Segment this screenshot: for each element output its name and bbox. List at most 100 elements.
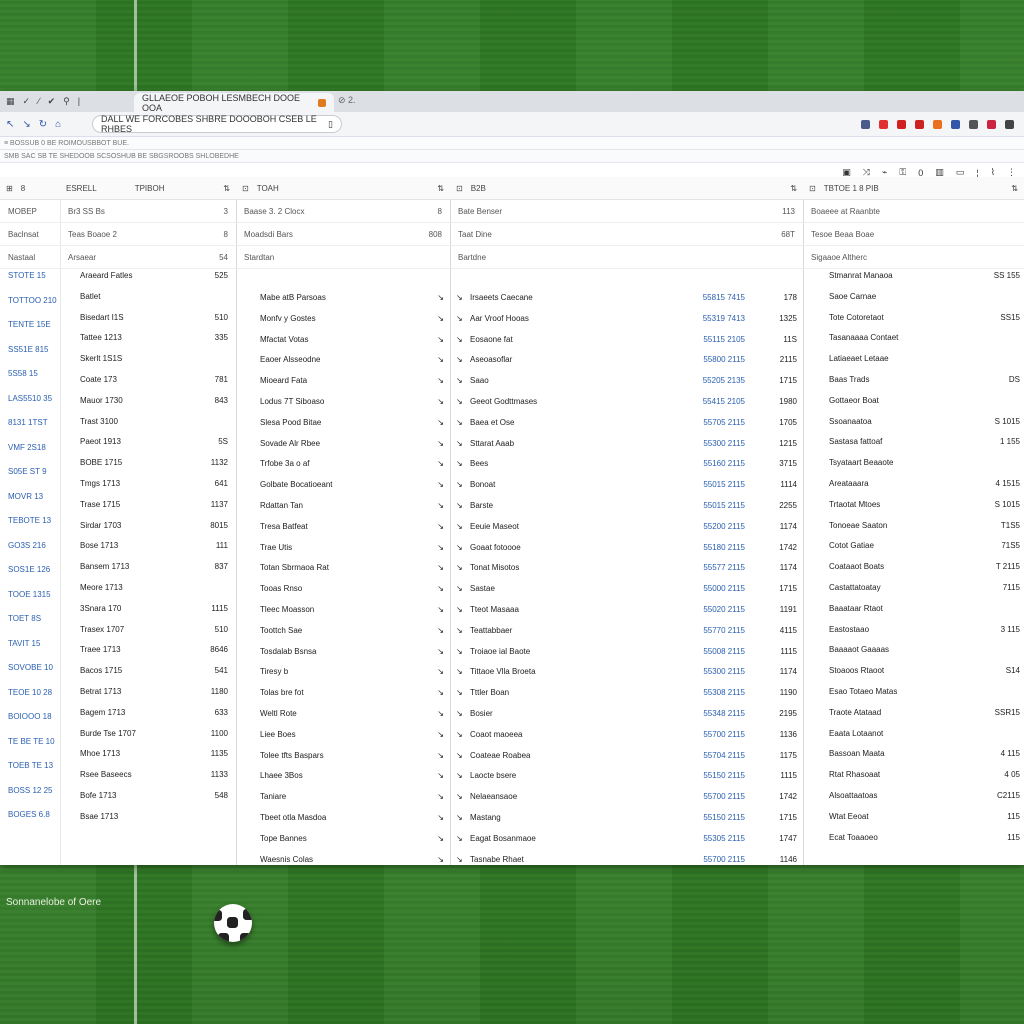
club-value: SSR15 bbox=[994, 707, 1020, 717]
bookmark-icon[interactable]: ▯ bbox=[328, 119, 333, 130]
club-name: Tasanaaaa Contaet bbox=[829, 333, 899, 343]
back-icon[interactable]: ↖ bbox=[6, 119, 14, 130]
home-icon[interactable]: ⌂ bbox=[55, 119, 61, 130]
extension-icon[interactable] bbox=[933, 119, 942, 129]
header-icon[interactable]: ⊡ bbox=[456, 184, 463, 193]
tab-next[interactable]: ⊘ 2. bbox=[338, 95, 356, 106]
grid-icon[interactable]: ▦ bbox=[6, 96, 15, 107]
expand-icon: ↘ bbox=[437, 750, 444, 760]
reload-icon[interactable]: ↻ bbox=[39, 119, 47, 130]
forward-icon[interactable]: ↘ bbox=[22, 119, 30, 130]
address-bar[interactable]: DALL WE FORCOBES SHBRE DOOOBOH CSEB LE R… bbox=[92, 114, 342, 134]
player-value: 641 bbox=[214, 479, 228, 488]
extension-icon[interactable] bbox=[987, 119, 996, 129]
player-name: BOBE 1715 bbox=[80, 458, 123, 468]
player-name: Bacos 1715 bbox=[80, 666, 123, 676]
extension-icon[interactable] bbox=[861, 119, 870, 129]
stat-code: 55800 2115 bbox=[703, 355, 745, 365]
stat-value: 1115 bbox=[780, 646, 797, 656]
expand-icon: ↘ bbox=[456, 293, 463, 302]
extension-icon[interactable] bbox=[879, 119, 888, 129]
club-value: 115 bbox=[1007, 811, 1020, 821]
divider-icon: | bbox=[77, 96, 81, 106]
extension-icon[interactable] bbox=[915, 119, 924, 129]
subheader-1: Bate Benser 113 bbox=[450, 200, 803, 223]
player-name: Skerlt 1S1S bbox=[80, 354, 123, 364]
player-name: Betrat 1713 bbox=[80, 687, 122, 696]
player-value: 1180 bbox=[210, 687, 228, 696]
expand-icon: ↘ bbox=[456, 605, 463, 614]
header-label[interactable]: TOAH bbox=[257, 184, 279, 193]
slash-icon[interactable]: ∕ bbox=[38, 96, 40, 107]
expand-icon: ↘ bbox=[456, 625, 463, 635]
club-value: 115 bbox=[1007, 832, 1020, 842]
stat-value: 1742 bbox=[779, 542, 797, 552]
subheader-3: Bartdne bbox=[450, 246, 803, 269]
search-icon[interactable]: ⚲ bbox=[63, 96, 70, 107]
nav-buttons: ↖ ↘ ↻ ⌂ bbox=[0, 119, 86, 130]
club-name: Traote Atataad bbox=[829, 707, 882, 717]
extension-icon[interactable] bbox=[897, 119, 906, 129]
sort-icon[interactable]: ⇅ bbox=[223, 184, 230, 193]
club-name: Coataaot Boats bbox=[829, 562, 885, 572]
address-text: DALL WE FORCOBES SHBRE DOOOBOH CSEB LE R… bbox=[101, 114, 317, 134]
team-name: Golbate Bocatioeant bbox=[260, 480, 333, 490]
header-label[interactable]: ESRELL bbox=[66, 184, 97, 193]
tab-title: GLLAEOE POBOH LESMBECH DOOE OOA bbox=[142, 92, 301, 113]
club-name: Baaataar Rtaot bbox=[829, 603, 883, 613]
expand-icon: ↘ bbox=[437, 438, 444, 448]
check-icon[interactable]: ✓ bbox=[23, 96, 31, 107]
header-icon[interactable]: ⊡ bbox=[809, 184, 816, 193]
zero-icon[interactable]: 0 bbox=[918, 168, 923, 178]
team-name: Tresa Batfeat bbox=[260, 521, 308, 531]
team-name: Tolas bre fot bbox=[260, 688, 304, 698]
extension-icon[interactable] bbox=[1005, 119, 1014, 129]
club-value: S14 bbox=[1005, 666, 1020, 676]
club-value: 4 1515 bbox=[995, 479, 1020, 488]
header-icon[interactable]: ⊞ bbox=[6, 184, 13, 193]
expand-icon: ↘ bbox=[437, 313, 444, 323]
stat-code: 55160 2115 bbox=[703, 459, 745, 469]
player-value: 8015 bbox=[210, 520, 228, 530]
player-name: Bofe 1713 bbox=[80, 791, 117, 800]
stat-name: Geeot Godttmases bbox=[470, 397, 538, 406]
subheader-1: MOBEP bbox=[0, 200, 60, 223]
expand-icon: ↘ bbox=[456, 563, 463, 573]
checkmark-icon[interactable]: ✔ bbox=[48, 96, 56, 107]
stat-name: Coateae Roabea bbox=[470, 750, 531, 760]
subheader-value: 54 bbox=[219, 252, 228, 262]
header-label[interactable]: B2B bbox=[471, 184, 486, 193]
subheader-label: Bartdne bbox=[458, 252, 487, 262]
sort-icon[interactable]: ⇅ bbox=[790, 184, 797, 193]
stat-value: 1715 bbox=[779, 584, 797, 594]
club-value: SS 155 bbox=[993, 271, 1020, 280]
expand-icon: ↘ bbox=[437, 709, 444, 718]
player-value: 837 bbox=[214, 562, 228, 572]
extension-icon[interactable] bbox=[969, 119, 978, 129]
team-code: MOVR 13 bbox=[8, 491, 44, 501]
club-name: Sastasa fattoaf bbox=[829, 437, 883, 447]
tab-active[interactable]: GLLAEOE POBOH LESMBECH DOOE OOA bbox=[134, 92, 334, 113]
expand-icon: ↘ bbox=[437, 480, 444, 490]
club-value: S 1015 bbox=[994, 416, 1020, 426]
subheader-label: Boaeee at Raanbte bbox=[811, 206, 880, 216]
column-header: ⊡ B2B ⇅ bbox=[450, 177, 803, 200]
stat-name: Bonoat bbox=[470, 480, 496, 490]
header-icon[interactable]: ⊡ bbox=[242, 184, 249, 193]
expand-icon: ↘ bbox=[437, 605, 444, 614]
stat-value: 1115 bbox=[780, 771, 797, 781]
stat-name: Sastae bbox=[470, 584, 495, 594]
sort-icon[interactable]: ⇅ bbox=[437, 184, 444, 193]
team-name: Toottch Sae bbox=[260, 625, 303, 635]
club-name: Stoaoos Rtaoot bbox=[829, 666, 885, 676]
team-name: Tleec Moasson bbox=[260, 605, 315, 614]
team-name: Weltl Rote bbox=[260, 709, 297, 718]
sort-icon[interactable]: ⇅ bbox=[1011, 184, 1018, 193]
header-label[interactable]: TBTOE 1 8 PIB bbox=[824, 184, 879, 193]
header-label[interactable]: TPIBOH bbox=[135, 184, 165, 193]
club-name: Bassoan Maata bbox=[829, 749, 885, 759]
extension-icon[interactable] bbox=[951, 119, 960, 129]
stat-name: Troiaoe ial Baote bbox=[470, 646, 531, 656]
subheader-label: Taat Dine bbox=[458, 229, 492, 239]
status-strip: SMB SAC SB TE SHEDOOB SCSOSHUB BE SBGSRO… bbox=[0, 150, 1024, 163]
